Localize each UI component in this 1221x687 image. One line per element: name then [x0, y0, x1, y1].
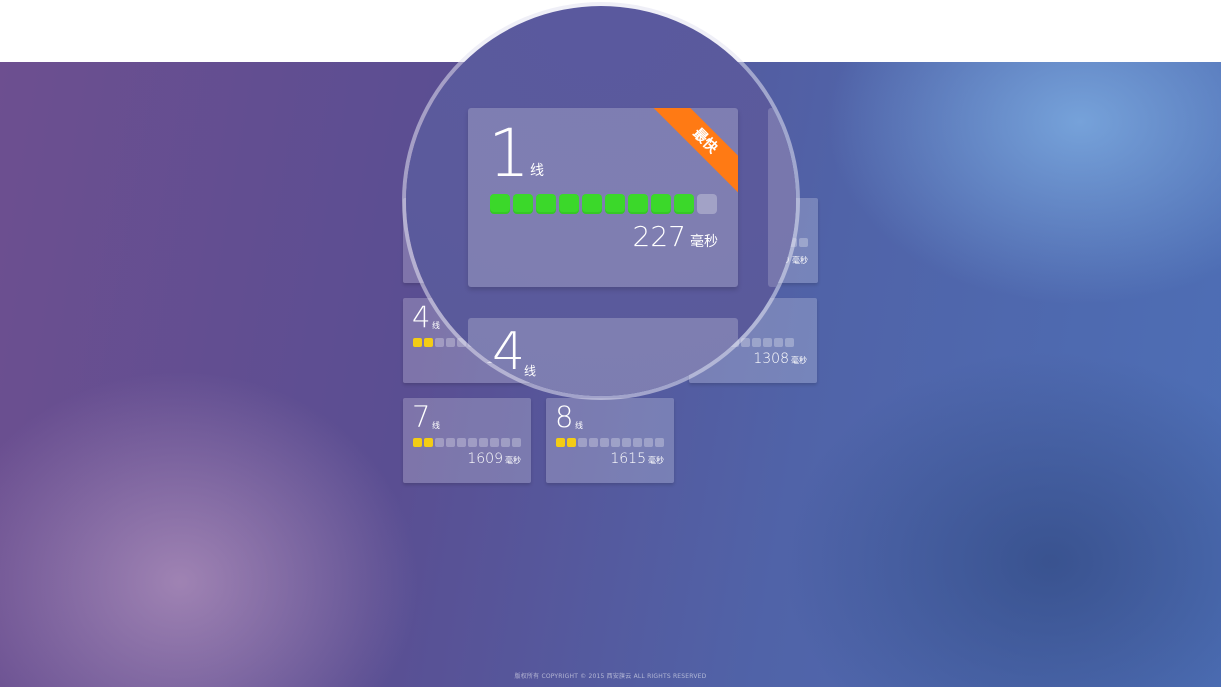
signal-segment — [559, 194, 579, 214]
magnifier-lens: 1 线 最快 227 毫秒 4 线 — [406, 6, 796, 396]
latency-unit: 毫秒 — [505, 456, 521, 465]
signal-segment — [674, 194, 694, 214]
signal-segment — [457, 438, 466, 447]
line-card-1-magnified[interactable]: 1 线 最快 227 毫秒 — [468, 108, 738, 287]
signal-segment — [578, 438, 587, 447]
line-number: 4 — [492, 322, 526, 382]
signal-segment — [589, 438, 598, 447]
signal-segment — [501, 438, 510, 447]
signal-segment — [741, 338, 750, 347]
signal-segment — [774, 338, 783, 347]
signal-segment — [468, 438, 477, 447]
signal-segment — [446, 338, 455, 347]
latency-unit: 毫秒 — [648, 456, 664, 465]
line-unit: 线 — [432, 321, 440, 330]
line-card-8[interactable]: 8 线 1615 毫秒 — [546, 398, 674, 483]
latency-unit: 毫秒 — [690, 234, 718, 250]
line-card-3-magnified-edge — [768, 108, 796, 287]
signal-segment — [424, 338, 433, 347]
line-number: 7 — [412, 400, 431, 434]
line-unit: 线 — [575, 421, 583, 430]
signal-segment — [479, 438, 488, 447]
signal-segment — [600, 438, 609, 447]
latency-value: 1609 毫秒 — [467, 451, 521, 467]
latency-value: 227 毫秒 — [633, 220, 718, 253]
signal-segment — [785, 338, 794, 347]
signal-segment — [644, 438, 653, 447]
signal-segment — [512, 438, 521, 447]
signal-bars — [490, 194, 717, 214]
signal-segment — [605, 194, 625, 214]
signal-bars — [413, 438, 521, 447]
latency-number: 227 — [632, 220, 686, 253]
signal-segment — [490, 438, 499, 447]
line-card-7[interactable]: 7 线 1609 毫秒 — [403, 398, 531, 483]
latency-unit: 毫秒 — [791, 356, 807, 365]
signal-segment — [651, 194, 671, 214]
signal-segment — [622, 438, 631, 447]
signal-segment — [513, 194, 533, 214]
latency-number: 1615 — [610, 451, 646, 467]
signal-segment — [556, 438, 565, 447]
latency-number: 1308 — [753, 351, 789, 367]
line-unit: 线 — [530, 163, 544, 179]
signal-segment — [633, 438, 642, 447]
signal-bars — [556, 438, 664, 447]
signal-segment — [763, 338, 772, 347]
signal-segment — [413, 438, 422, 447]
signal-segment — [435, 338, 444, 347]
signal-segment — [582, 194, 602, 214]
fastest-badge: 最快 — [649, 108, 738, 197]
signal-segment — [655, 438, 664, 447]
signal-segment — [490, 194, 510, 214]
line-number: 8 — [555, 400, 574, 434]
line-unit: 线 — [432, 421, 440, 430]
signal-segment — [424, 438, 433, 447]
line-unit: 线 — [524, 364, 537, 378]
signal-segment — [446, 438, 455, 447]
signal-segment — [799, 238, 808, 247]
line-number: 4 — [412, 300, 431, 334]
signal-segment — [752, 338, 761, 347]
signal-segment — [435, 438, 444, 447]
latency-number: 1609 — [467, 451, 503, 467]
signal-segment — [413, 338, 422, 347]
line-number: 1 — [488, 115, 530, 192]
line-card-4-magnified: 4 线 — [468, 318, 738, 396]
latency-value: 1308 毫秒 — [753, 351, 807, 367]
signal-segment — [611, 438, 620, 447]
signal-segment — [628, 194, 648, 214]
latency-value: 1615 毫秒 — [610, 451, 664, 467]
signal-segment — [536, 194, 556, 214]
signal-segment — [697, 194, 717, 214]
signal-segment — [567, 438, 576, 447]
copyright-footer: 版权所有 COPYRIGHT © 2015 西安旗云 ALL RIGHTS RE… — [514, 673, 707, 680]
